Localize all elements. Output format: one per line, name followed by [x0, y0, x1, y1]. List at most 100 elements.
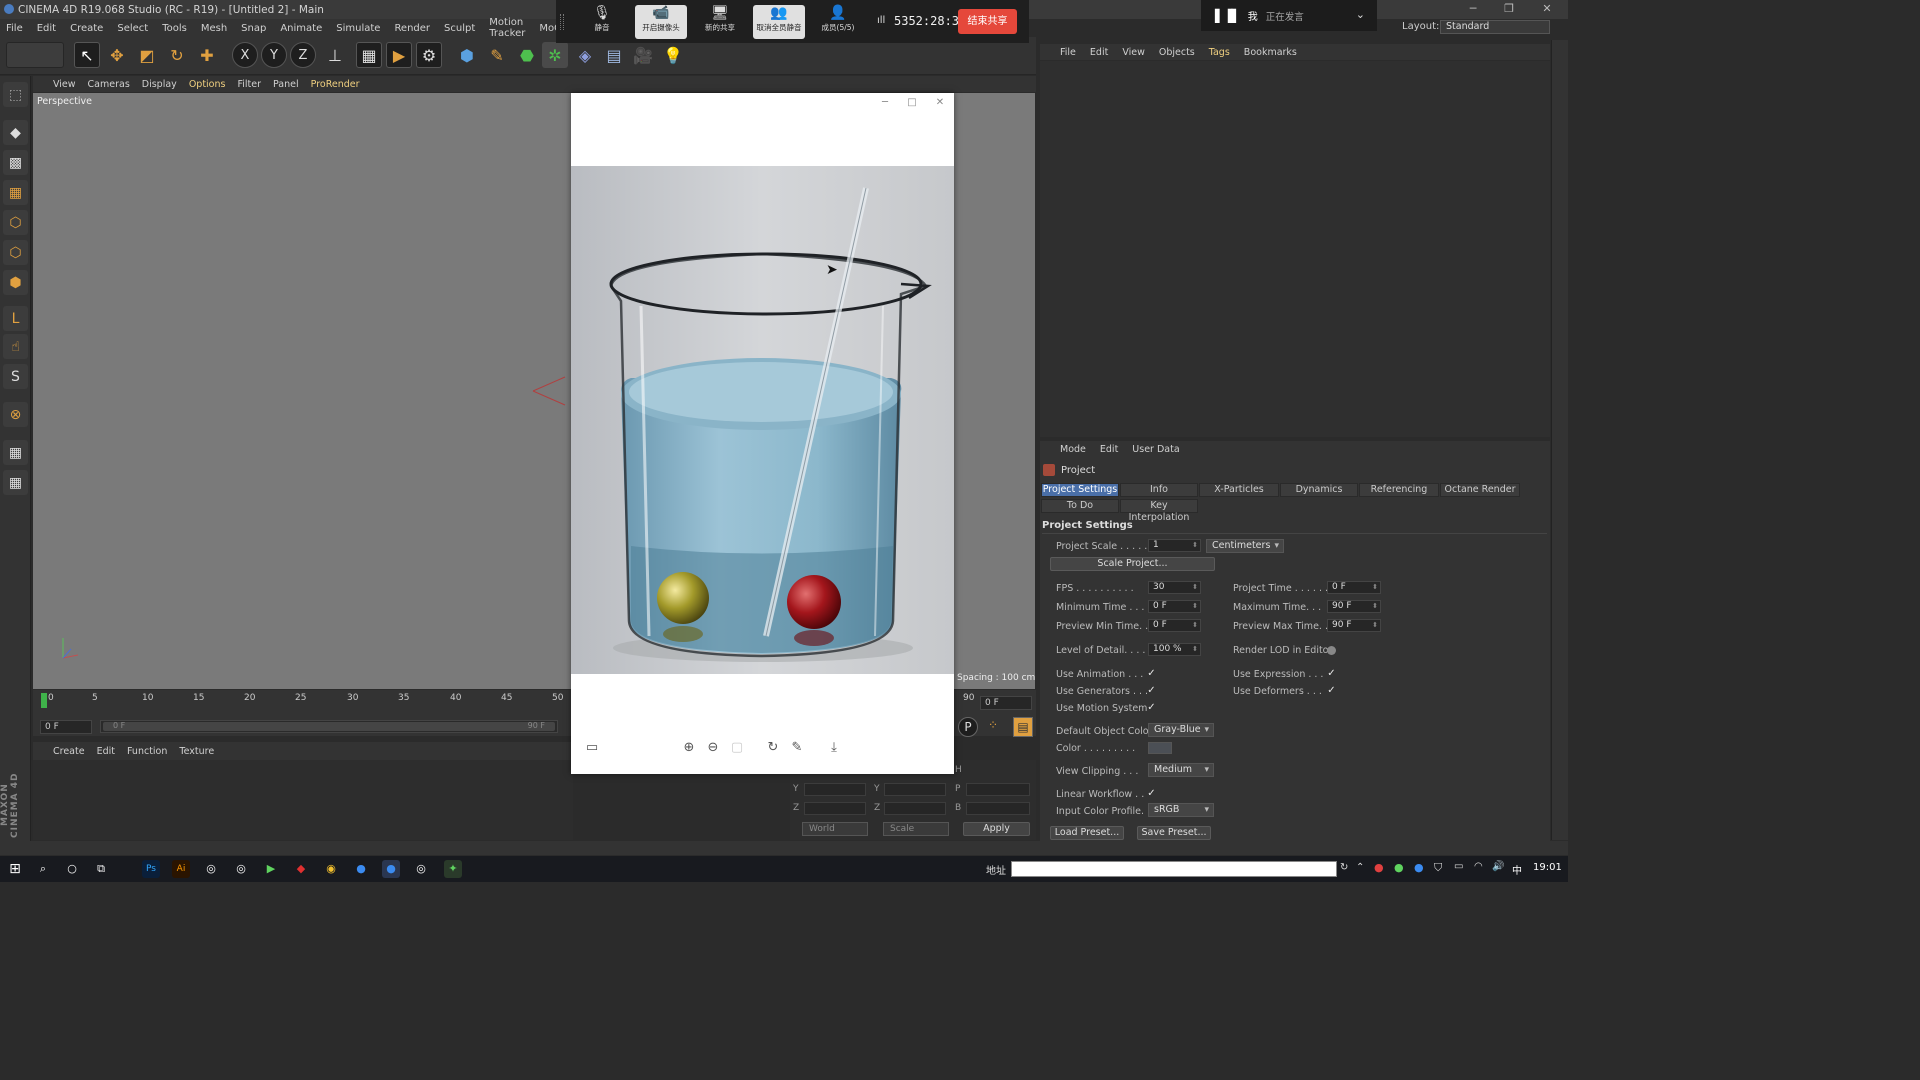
new-share-button[interactable]: 🖥 新的共享	[694, 5, 746, 39]
cinema4d-taskbar-icon-3[interactable]: ◎	[412, 860, 430, 878]
maximize-icon[interactable]: □	[905, 97, 919, 108]
material-menu-function[interactable]: Function	[127, 746, 167, 757]
browser-icon[interactable]: ●	[352, 860, 370, 878]
material-manager-area[interactable]	[33, 760, 573, 840]
app-blue-icon[interactable]: ●	[382, 860, 400, 878]
download-icon[interactable]: ⤓	[825, 740, 843, 755]
chrome-icon[interactable]: ◉	[322, 860, 340, 878]
tab-info[interactable]: Info	[1120, 483, 1198, 497]
keyframe-dots-icon[interactable]: ⁘	[984, 718, 1002, 736]
floor-icon[interactable]: ▤	[601, 42, 627, 68]
menu-motion-tracker[interactable]: Motion Tracker	[489, 17, 525, 39]
size-z-field[interactable]	[884, 802, 946, 815]
render-picture-viewer-icon[interactable]: ▶	[386, 42, 412, 68]
wechat-icon[interactable]: ✦	[444, 860, 462, 878]
task-view-icon[interactable]: ⧉	[92, 860, 110, 878]
view-clipping-dropdown[interactable]: Medium	[1148, 763, 1214, 777]
start-frame-field[interactable]: 0 F	[40, 720, 92, 734]
undo-redo-button[interactable]	[6, 42, 64, 68]
edges-mode-icon[interactable]: ⬡	[3, 240, 28, 265]
spinner-icon[interactable]: ⬍	[1192, 644, 1198, 655]
menu-create[interactable]: Create	[70, 23, 103, 34]
unmute-all-button[interactable]: 👥 取消全员静音	[753, 5, 805, 39]
points-mode-icon[interactable]: ⬡	[3, 210, 28, 235]
menu-snap[interactable]: Snap	[241, 23, 266, 34]
address-input[interactable]	[1011, 861, 1337, 877]
thumbnails-icon[interactable]: ▭	[583, 740, 601, 755]
wifi-icon[interactable]: ◠	[1474, 861, 1483, 872]
keyframe-record-icon[interactable]: P	[958, 717, 978, 737]
menu-file[interactable]: File	[6, 23, 23, 34]
axis-mode-icon[interactable]: L	[3, 306, 28, 331]
z-axis-lock-icon[interactable]: Z	[290, 42, 316, 68]
load-preset-button[interactable]: Load Preset...	[1050, 826, 1124, 840]
tray-shield-icon[interactable]: ⛉	[1434, 861, 1442, 875]
material-menu-texture[interactable]: Texture	[179, 746, 214, 757]
spinner-icon[interactable]: ⬍	[1192, 601, 1198, 612]
start-camera-button[interactable]: 📹 开启摄像头	[635, 5, 687, 39]
workplane-mode-icon[interactable]: ▦	[3, 180, 28, 205]
size-y-field[interactable]	[884, 783, 946, 796]
scale-project-button[interactable]: Scale Project...	[1050, 557, 1215, 571]
model-mode-icon[interactable]: ◆	[3, 120, 28, 145]
menu-mesh[interactable]: Mesh	[201, 23, 227, 34]
use-generators-checkbox[interactable]: ✓	[1146, 685, 1157, 696]
apply-button[interactable]: Apply	[963, 822, 1030, 836]
recent-tool-icon[interactable]: ✚	[194, 42, 220, 68]
object-menu-edit[interactable]: Edit	[1090, 47, 1108, 58]
cube-icon[interactable]: ⬢	[454, 42, 480, 68]
menu-tools[interactable]: Tools	[162, 23, 187, 34]
media-player-icon[interactable]: ▶	[262, 860, 280, 878]
maximum-time-field[interactable]: 90 F ⬍	[1327, 600, 1381, 613]
tab-key-interpolation[interactable]: Key Interpolation	[1120, 499, 1198, 523]
playhead-marker[interactable]	[41, 693, 47, 708]
render-settings-icon[interactable]: ⚙	[416, 42, 442, 68]
default-object-color-dropdown[interactable]: Gray-Blue	[1148, 723, 1214, 737]
object-menu-bookmarks[interactable]: Bookmarks	[1244, 47, 1297, 58]
render-view-icon[interactable]: ▦	[356, 42, 382, 68]
current-frame-field[interactable]: 0 F	[980, 696, 1032, 710]
locked-workplane-icon[interactable]: ▦	[3, 470, 28, 495]
color-swatch[interactable]	[1148, 742, 1172, 754]
preview-min-time-field[interactable]: 0 F ⬍	[1148, 619, 1201, 632]
drag-handle-icon[interactable]	[560, 14, 564, 30]
linear-workflow-checkbox[interactable]: ✓	[1146, 788, 1157, 799]
object-menu-objects[interactable]: Objects	[1159, 47, 1195, 58]
battery-icon[interactable]: ▭	[1454, 861, 1463, 872]
layout-dropdown[interactable]: Standard	[1440, 20, 1550, 34]
spinner-icon[interactable]: ⬍	[1192, 540, 1198, 551]
rotate-icon[interactable]: ↻	[764, 740, 782, 755]
tray-app-blue-icon[interactable]: ●	[1414, 861, 1424, 874]
spinner-icon[interactable]: ⬍	[1372, 582, 1378, 593]
restore-icon[interactable]: ❐	[1496, 1, 1522, 17]
coord-system-dropdown[interactable]: World	[802, 822, 868, 836]
menu-select[interactable]: Select	[117, 23, 148, 34]
menu-animate[interactable]: Animate	[280, 23, 322, 34]
y-axis-lock-icon[interactable]: Y	[261, 42, 287, 68]
tab-octane-render[interactable]: Octane Render	[1440, 483, 1520, 497]
material-menu-create[interactable]: Create	[53, 746, 85, 757]
use-deformers-checkbox[interactable]: ✓	[1326, 685, 1337, 696]
app-red-icon[interactable]: ◆	[292, 860, 310, 878]
tray-wechat-icon[interactable]: ●	[1394, 861, 1404, 874]
live-selection-icon[interactable]: ↖	[74, 42, 100, 68]
x-axis-lock-icon[interactable]: X	[232, 42, 258, 68]
volume-icon[interactable]: 🔊	[1492, 861, 1504, 872]
save-preset-button[interactable]: Save Preset...	[1137, 826, 1211, 840]
rotate-tool-icon[interactable]: ↻	[164, 42, 190, 68]
spinner-icon[interactable]: ⬍	[1192, 620, 1198, 631]
tray-app-icon[interactable]: ●	[1374, 861, 1384, 874]
chevron-down-icon[interactable]: ⌄	[1356, 8, 1365, 21]
members-button[interactable]: 👤 成员(5/5)	[812, 5, 864, 39]
viewport-menu-view[interactable]: View	[53, 79, 76, 90]
attr-menu-edit[interactable]: Edit	[1100, 444, 1118, 455]
viewport-menu-options[interactable]: Options	[189, 79, 226, 90]
level-of-detail-field[interactable]: 100 % ⬍	[1148, 643, 1201, 656]
ime-indicator[interactable]: 中	[1512, 862, 1522, 877]
cortana-icon[interactable]: ○	[63, 860, 81, 878]
position-y-field[interactable]	[804, 783, 866, 796]
project-scale-unit-dropdown[interactable]: Centimeters	[1206, 539, 1284, 553]
manager-tabs-strip[interactable]	[1551, 40, 1568, 840]
menu-sculpt[interactable]: Sculpt	[444, 23, 475, 34]
subdivision-icon[interactable]: ⬣	[514, 42, 540, 68]
